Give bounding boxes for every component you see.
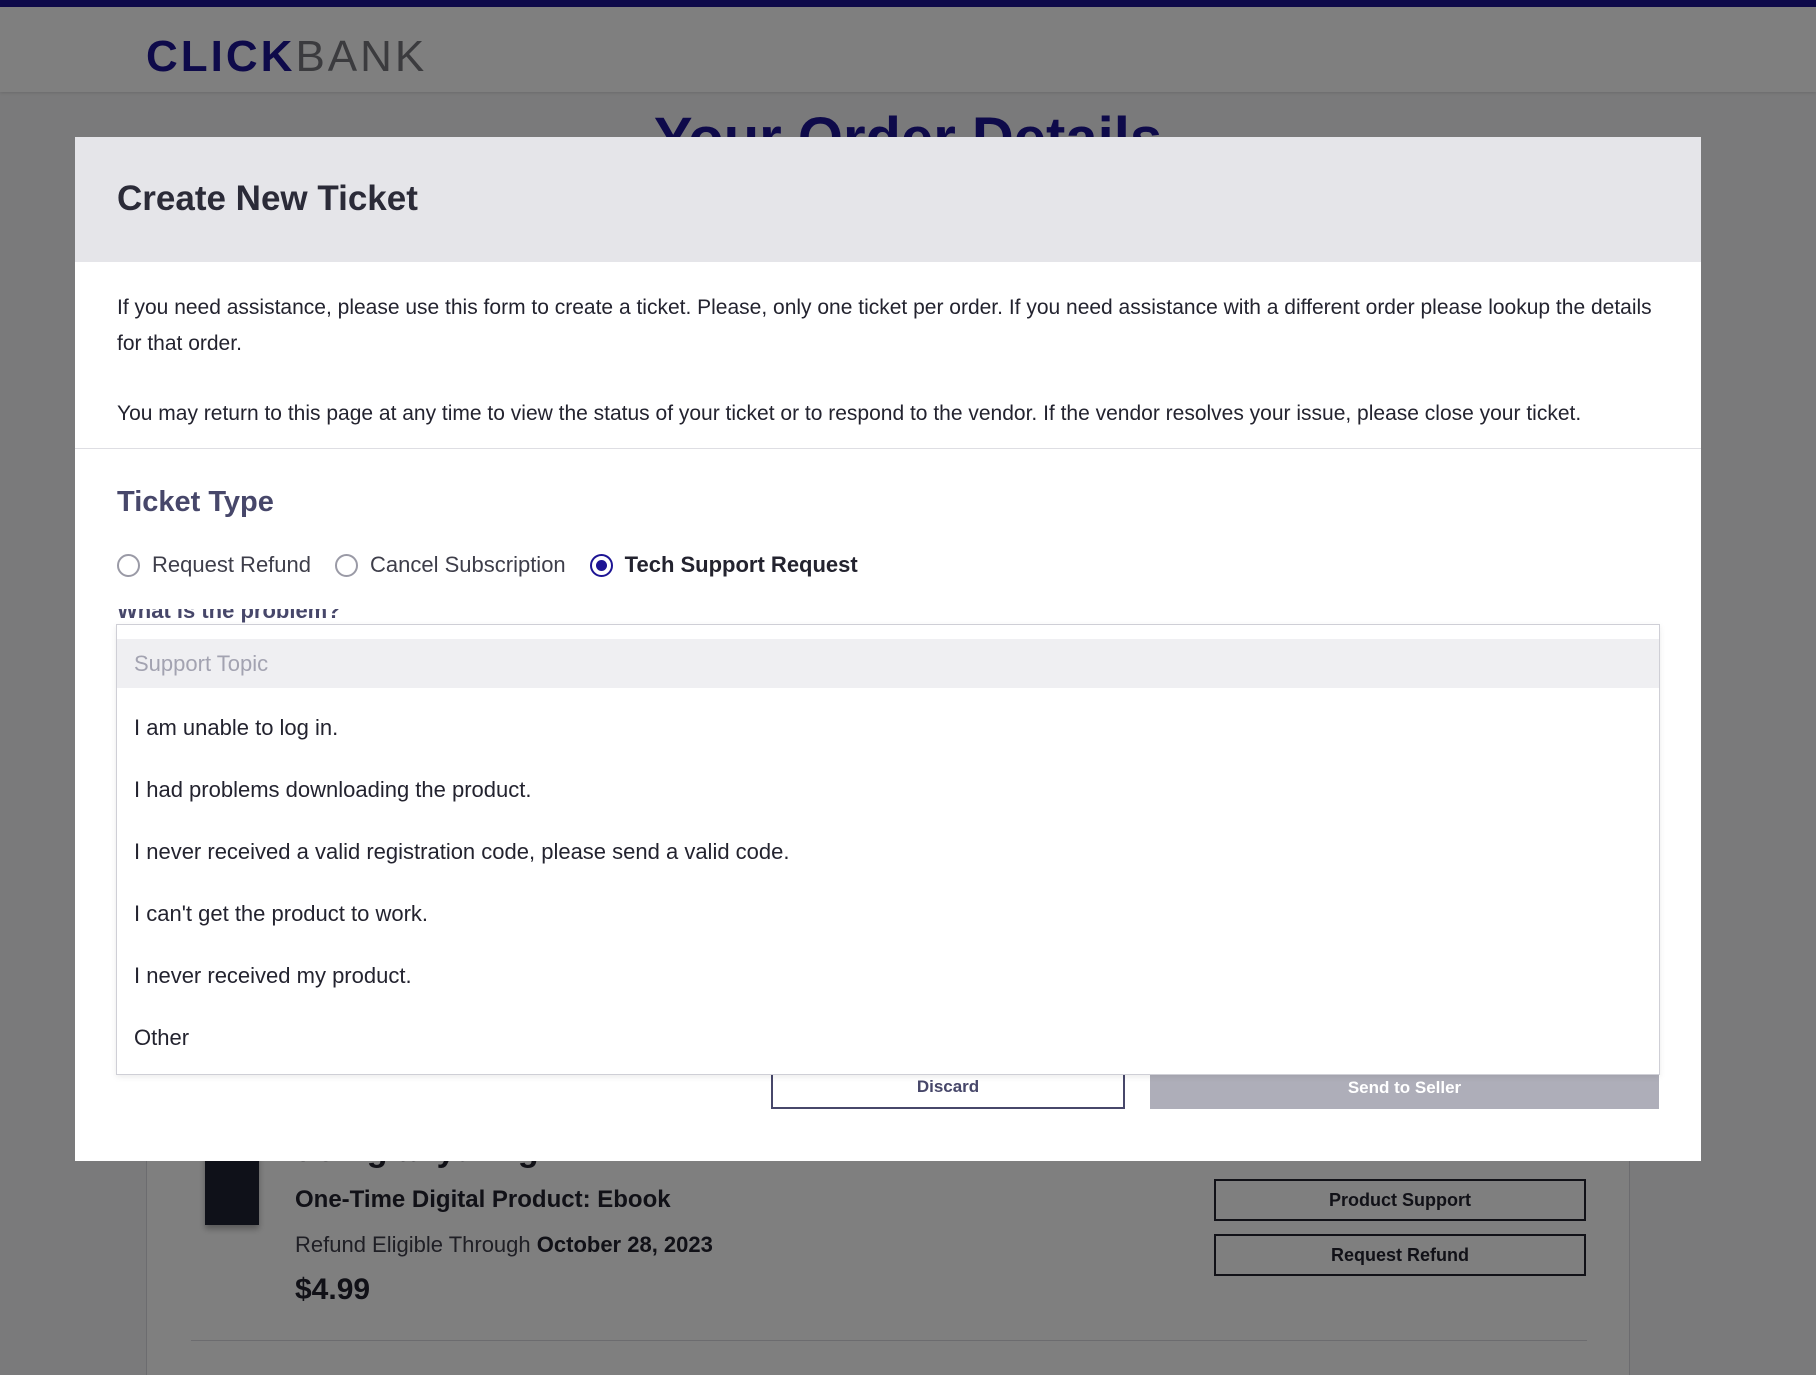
radio-request-refund[interactable]: Request Refund [117,552,311,578]
radio-request-refund-label: Request Refund [152,552,311,577]
radio-cancel-subscription[interactable]: Cancel Subscription [335,552,566,578]
support-topic-option-never-received[interactable]: I never received my product. [134,958,1634,994]
modal-title: Create New Ticket [117,179,418,218]
radio-tech-support-request-circle[interactable] [589,553,613,577]
support-topic-option-other[interactable]: Other [134,1020,1634,1056]
intro-text-1: If you need assistance, please use this … [117,296,1652,355]
problem-question-text: What is the problem? [117,609,341,623]
modal-divider [75,448,1701,449]
support-topic-option-registration-code[interactable]: I never received a valid registration co… [134,834,1634,870]
problem-question-label: What is the problem? [117,609,717,623]
modal-header: Create New Ticket [75,137,1701,262]
page: CLICKBANK Your Order Details doing anyth… [0,0,1816,1375]
ticket-type-radio-group: Request Refund Cancel Subscription Tech … [117,545,882,585]
radio-cancel-subscription-label: Cancel Subscription [370,552,566,577]
support-topic-option-download-problems[interactable]: I had problems downloading the product. [134,772,1634,808]
support-topic-option-unable-login[interactable]: I am unable to log in. [134,710,1634,746]
support-topic-placeholder[interactable]: Support Topic [117,639,1659,688]
radio-request-refund-circle[interactable] [117,553,140,577]
support-topic-option-product-not-working[interactable]: I can't get the product to work. [134,896,1634,932]
radio-tech-support-request[interactable]: Tech Support Request [589,552,858,578]
radio-tech-support-request-label: Tech Support Request [624,552,858,577]
support-topic-dropdown[interactable]: Support Topic I am unable to log in. I h… [116,624,1660,1075]
radio-cancel-subscription-circle[interactable] [335,553,358,577]
intro-text-2: You may return to this page at any time … [117,402,1582,425]
ticket-type-heading: Ticket Type [117,486,274,518]
